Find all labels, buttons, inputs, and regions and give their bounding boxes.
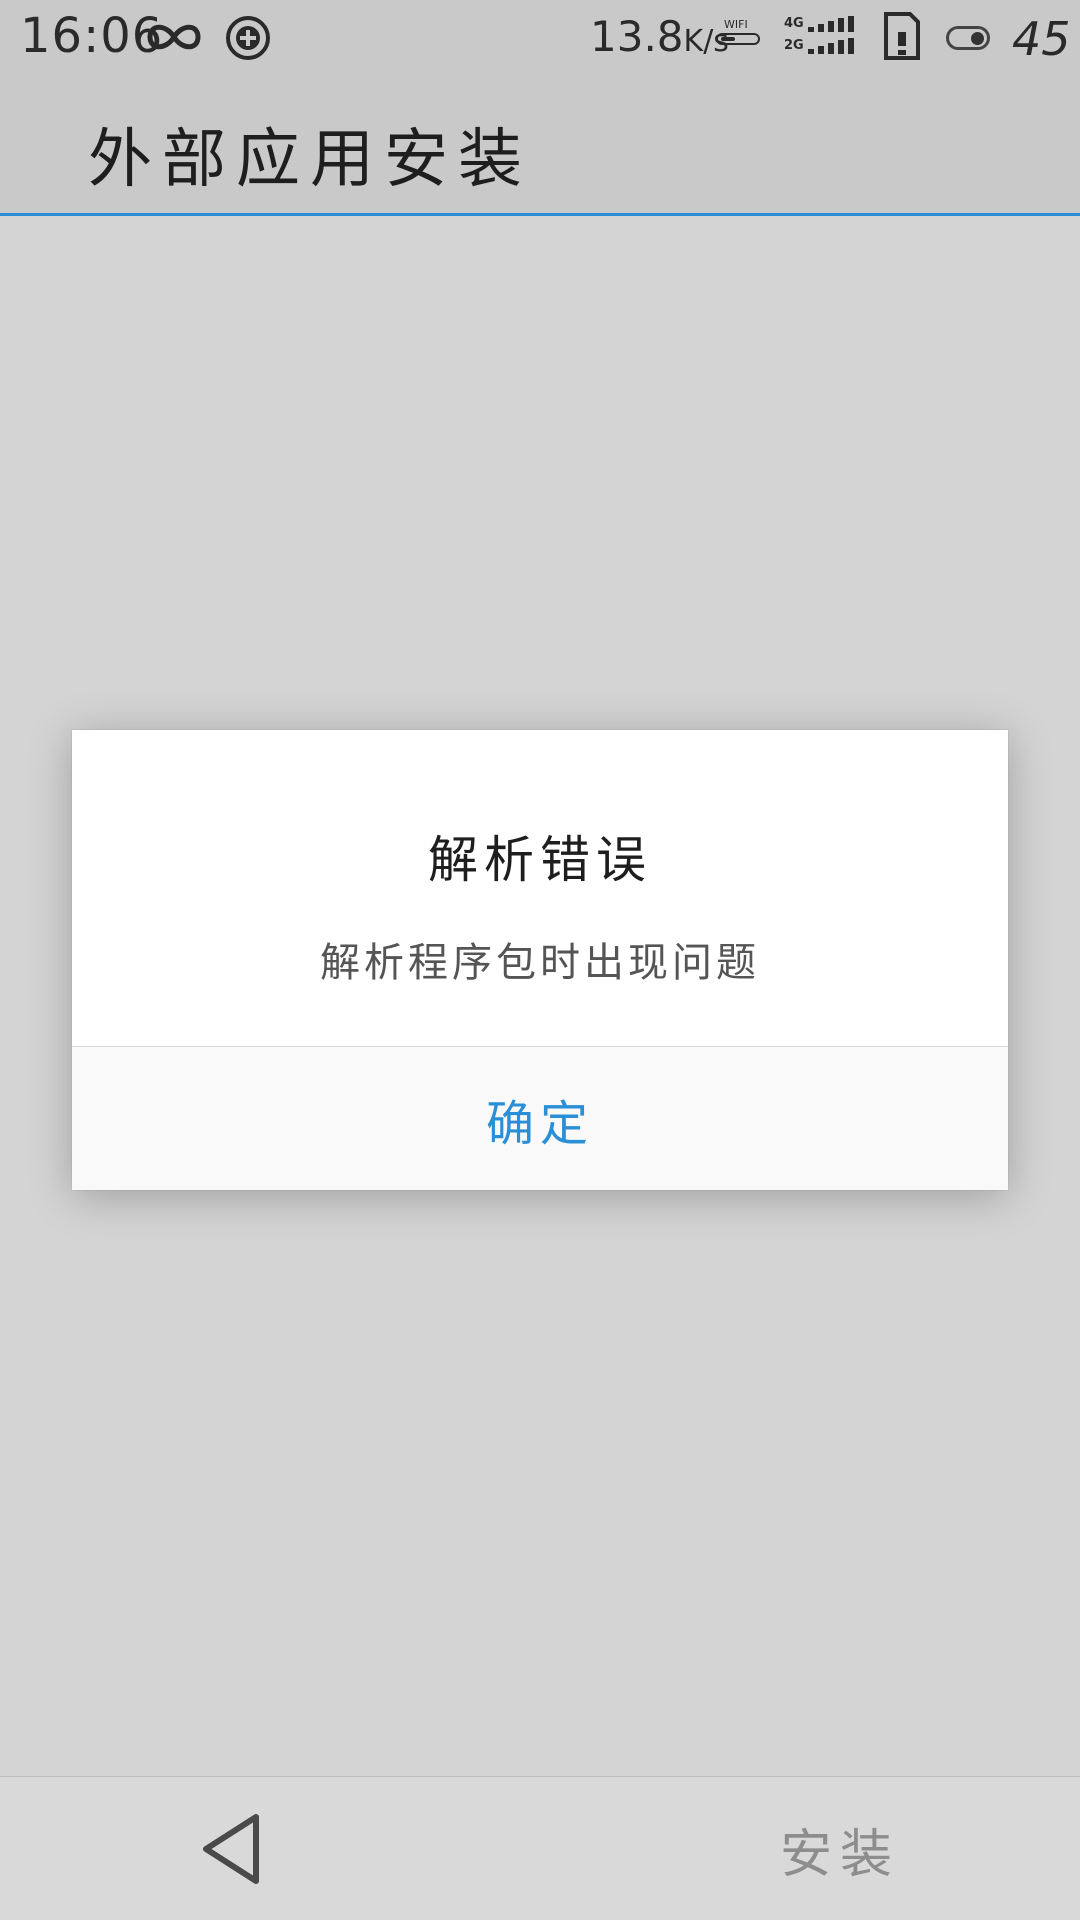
wifi-icon: WIFI: [716, 18, 764, 52]
network-label-2g: 2G: [784, 38, 804, 53]
install-button[interactable]: 安装: [780, 1809, 900, 1889]
back-triangle-icon[interactable]: [196, 1811, 266, 1887]
network-speed: 13.8K/s: [590, 12, 729, 61]
infinity-icon: [147, 24, 201, 50]
status-bar: 16:06 13.8K/s WIFI 4G 2G 45: [0, 0, 1080, 78]
error-dialog: 解析错误 解析程序包时出现问题 确定: [72, 730, 1008, 1190]
signal-bars-1: [808, 16, 854, 32]
battery-level: 45: [1012, 12, 1071, 66]
toggle-icon: [946, 26, 990, 50]
confirm-button[interactable]: 确定: [72, 1047, 1008, 1190]
sim-card-icon: [884, 12, 920, 60]
bottom-bar: 安装: [0, 1776, 1080, 1920]
dialog-title: 解析错误: [428, 831, 652, 889]
network-label-4g: 4G: [784, 16, 804, 31]
wifi-bar: [716, 33, 760, 45]
dialog-message: 解析程序包时出现问题: [320, 940, 760, 986]
signal-bars-2: [808, 38, 854, 54]
wifi-label: WIFI: [724, 18, 748, 31]
cell-signal-icon: 4G 2G: [784, 16, 860, 60]
app-bar: 外部应用安装: [0, 78, 1080, 216]
network-speed-value: 13.8: [590, 12, 684, 61]
page-title: 外部应用安装: [88, 123, 532, 197]
status-time: 16:06: [20, 8, 164, 64]
vpn-plus-icon: [226, 16, 270, 60]
